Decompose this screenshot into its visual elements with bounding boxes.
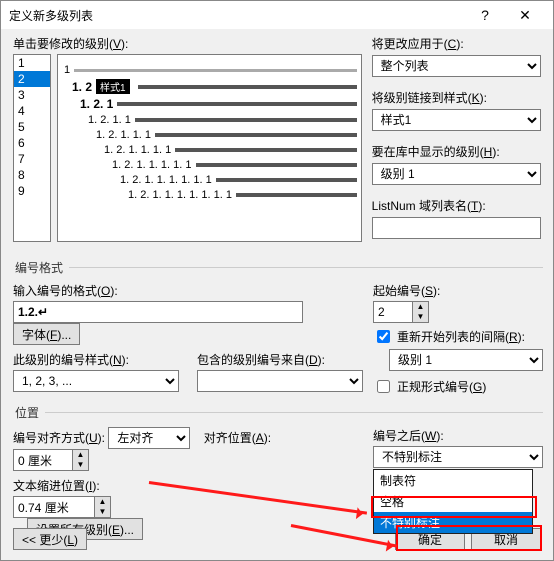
after-option[interactable]: 空格	[374, 491, 532, 512]
preview-line: 1. 2. 1. 1. 1. 1. 1. 1	[64, 174, 357, 186]
preview-line: 1. 2. 1	[64, 97, 357, 111]
include-label: 包含的级别编号来自(D):	[197, 351, 325, 368]
start-number-spin[interactable]: ▲▼	[373, 301, 543, 323]
spin-arrows[interactable]: ▲▼	[413, 301, 429, 323]
level-item-9[interactable]: 9	[14, 183, 50, 199]
titlebar: 定义新多级列表 ? ✕	[1, 1, 553, 29]
define-multilevel-list-dialog: 定义新多级列表 ? ✕ 单击要修改的级别(V): 123456789 11. 2…	[0, 0, 554, 561]
format-label: 输入编号的格式(O):	[13, 282, 118, 299]
restart-checkbox[interactable]	[377, 330, 390, 343]
start-label: 起始编号(S):	[373, 282, 440, 299]
level-item-7[interactable]: 7	[14, 151, 50, 167]
font-button[interactable]: 字体(F)...	[13, 323, 80, 345]
less-button[interactable]: << 更少(L)	[13, 528, 87, 550]
listnum-label: ListNum 域列表名(T):	[372, 197, 486, 214]
indent-input[interactable]	[13, 496, 95, 518]
levels-label: 单击要修改的级别(V):	[13, 35, 128, 52]
level-item-5[interactable]: 5	[14, 119, 50, 135]
pos-legend: 位置	[13, 404, 45, 421]
level-item-8[interactable]: 8	[14, 167, 50, 183]
spin-arrows[interactable]: ▲▼	[95, 496, 111, 518]
listnum-input[interactable]	[372, 217, 541, 239]
spin-arrows[interactable]: ▲▼	[73, 449, 89, 471]
apply-select[interactable]: 整个列表	[372, 55, 541, 77]
up-arrow-icon[interactable]: ▲	[413, 302, 428, 312]
style-label: 此级别的编号样式(N):	[13, 351, 129, 368]
start-number-input[interactable]	[373, 301, 413, 323]
showlib-label: 要在库中显示的级别(H):	[372, 143, 500, 160]
link-label: 将级别链接到样式(K):	[372, 89, 487, 106]
after-option[interactable]: 不特别标注	[374, 512, 532, 533]
showlib-select[interactable]: 级别 1	[372, 163, 541, 185]
number-style-select[interactable]: 1, 2, 3, ...	[13, 370, 179, 392]
indent-label: 文本缩进位置(I):	[13, 477, 105, 494]
include-level-select[interactable]	[197, 370, 363, 392]
level-item-3[interactable]: 3	[14, 87, 50, 103]
after-dropdown-list[interactable]: 制表符空格不特别标注	[373, 469, 533, 534]
align-label: 编号对齐方式(U):	[13, 429, 105, 446]
level-item-1[interactable]: 1	[14, 55, 50, 71]
preview-line: 1. 2. 1. 1. 1. 1. 1	[64, 159, 357, 171]
numfmt-legend: 编号格式	[13, 259, 69, 276]
alignat-label: 对齐位置(A):	[204, 429, 271, 446]
restart-label: 重新开始列表的间隔(R):	[397, 328, 525, 345]
down-arrow-icon[interactable]: ▼	[413, 312, 428, 322]
preview-line: 1. 2. 1. 1. 1. 1. 1. 1. 1	[64, 189, 357, 201]
apply-label: 将更改应用于(C):	[372, 35, 464, 52]
level-item-4[interactable]: 4	[14, 103, 50, 119]
align-select[interactable]: 左对齐	[108, 427, 190, 449]
preview-pane: 1 1. 2样式1 1. 2. 1 1. 2. 1. 1 1. 2. 1. 1. 1 1.…	[57, 54, 362, 242]
restart-check-row: 重新开始列表的间隔(R):	[373, 327, 543, 346]
preview-line: 1. 2. 1. 1	[64, 114, 357, 126]
dialog-title: 定义新多级列表	[9, 7, 465, 24]
restart-level-select[interactable]: 级别 1	[389, 349, 543, 371]
help-button[interactable]: ?	[465, 2, 505, 28]
legal-checkbox[interactable]	[377, 380, 390, 393]
after-select[interactable]: 不特别标注	[373, 446, 543, 468]
preview-line: 1. 2. 1. 1. 1	[64, 129, 357, 141]
number-format-input[interactable]	[13, 301, 303, 323]
alignat-spin[interactable]: ▲▼	[13, 449, 363, 471]
number-format-group: 编号格式 输入编号的格式(O): 字体(F)... 此级别的编号样式(N): 1…	[13, 259, 543, 396]
alignat-input[interactable]	[13, 449, 73, 471]
legal-label: 正规形式编号(G)	[397, 378, 486, 395]
preview-line: 1. 2. 1. 1. 1. 1	[64, 144, 357, 156]
link-style-select[interactable]: 样式1	[372, 109, 541, 131]
after-label: 编号之后(W):	[373, 427, 444, 444]
level-list[interactable]: 123456789	[13, 54, 51, 242]
preview-line: 1	[64, 64, 357, 76]
after-option[interactable]: 制表符	[374, 470, 532, 491]
level-item-2[interactable]: 2	[14, 71, 50, 87]
legal-check-row: 正规形式编号(G)	[373, 377, 543, 396]
preview-line: 1. 2样式1	[64, 79, 357, 94]
close-button[interactable]: ✕	[505, 2, 545, 28]
level-item-6[interactable]: 6	[14, 135, 50, 151]
indent-spin[interactable]: ▲▼	[13, 496, 363, 518]
